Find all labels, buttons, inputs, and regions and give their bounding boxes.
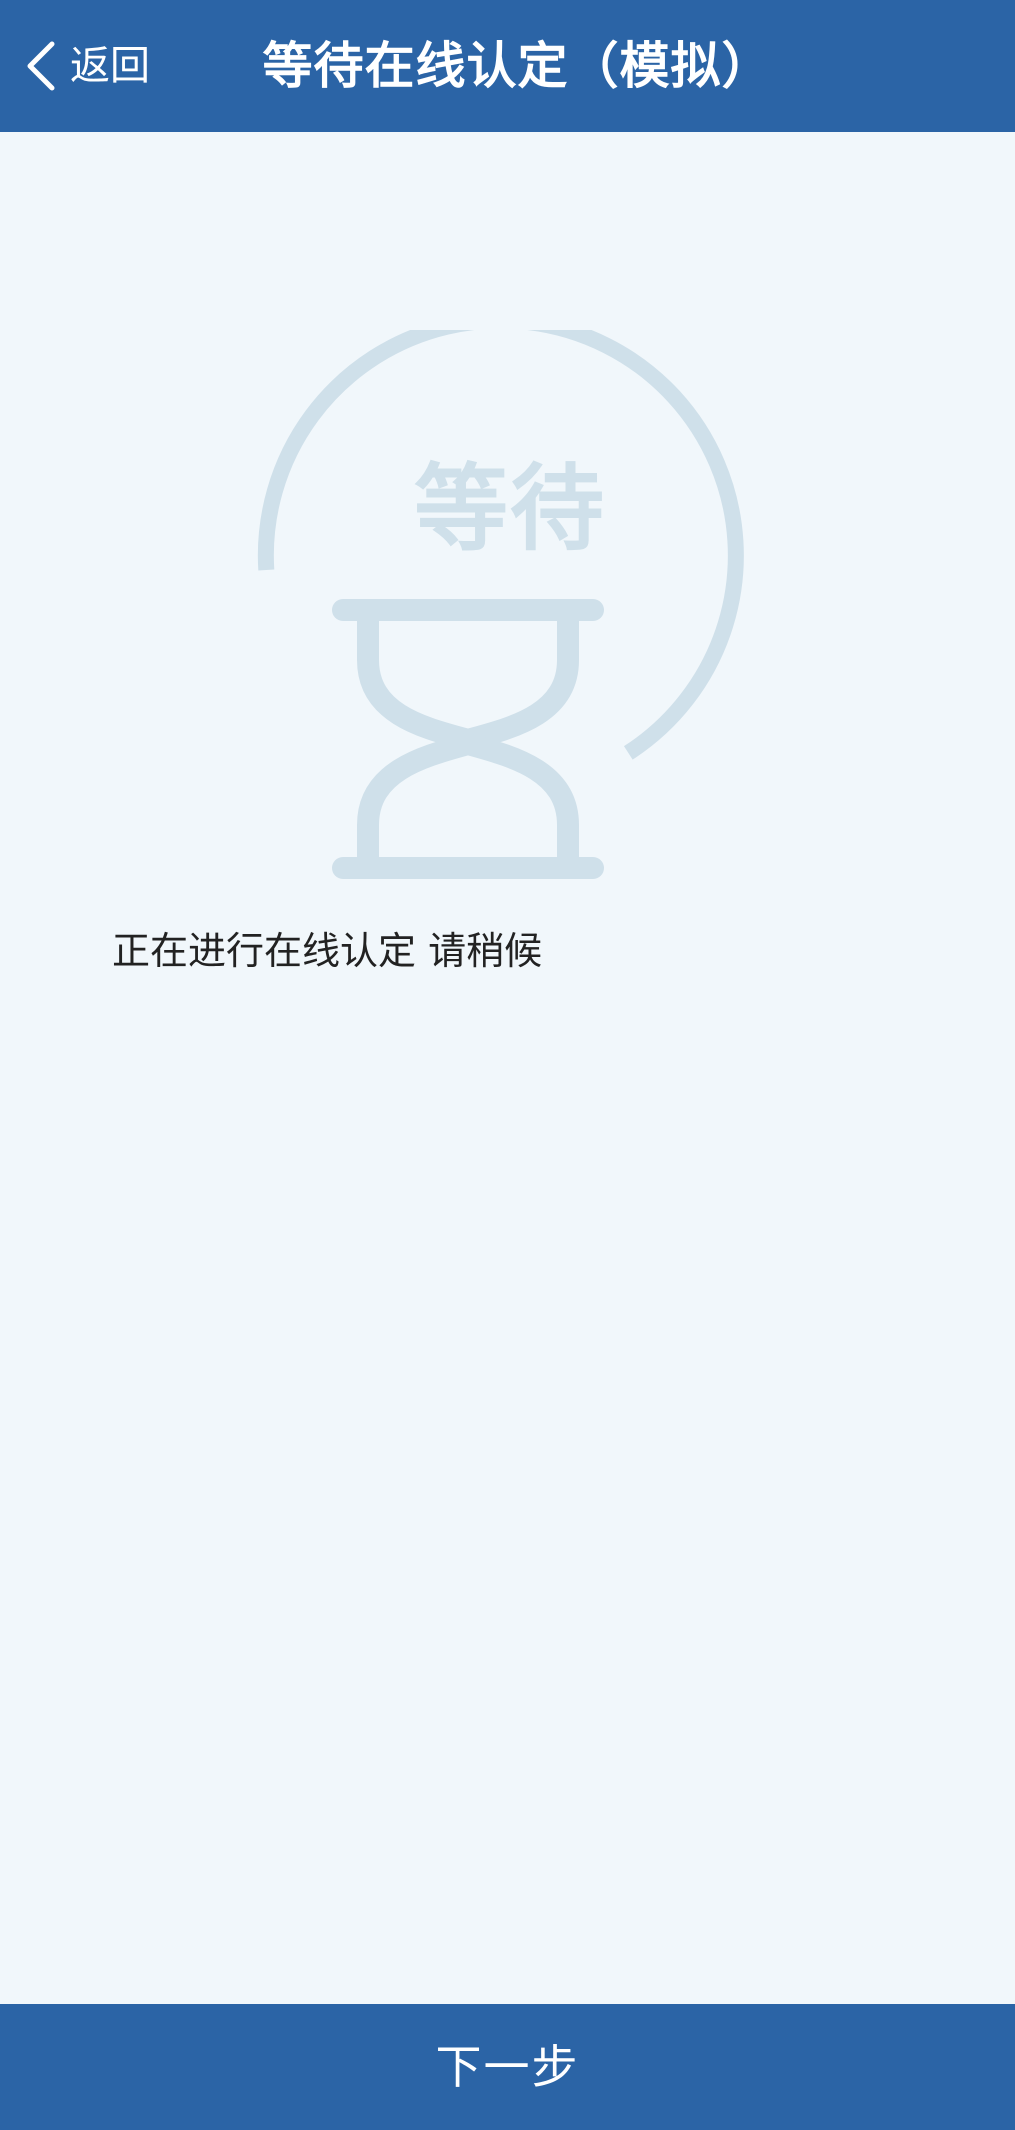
next-button[interactable]: 下一步 (0, 2004, 1015, 2130)
hourglass-icon (257, 330, 744, 879)
top-bar: 返回 等待在线认定（模拟） (0, 0, 1015, 132)
status-message: 正在进行在线认定 请稍候 (112, 929, 543, 973)
waiting-illustration: 等待 (250, 330, 770, 910)
waiting-label: 等待 (413, 455, 606, 564)
page-title: 等待在线认定（模拟） (262, 37, 773, 95)
